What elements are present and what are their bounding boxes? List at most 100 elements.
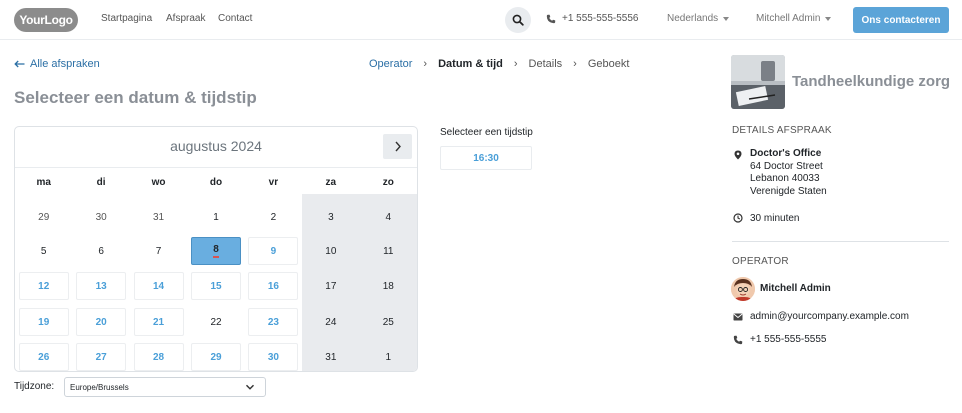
calendar-day-available[interactable]: 19 [18,308,69,336]
chevron-down-icon [825,16,832,21]
calendar-day-number: 21 [153,316,165,328]
calendar-day-number: 7 [155,245,162,257]
phone-icon [546,14,556,23]
contact-us-button[interactable]: Ons contacteren [853,7,949,33]
calendar-day-number: 1 [213,211,219,223]
breadcrumb-step-booked: Geboekt [587,58,630,70]
calendar-day-available[interactable]: 26 [18,343,69,371]
calendar-header: augustus 2024 [15,127,417,167]
calendar-month-title: augustus 2024 [170,138,262,154]
calendar-day: 11 [363,237,413,265]
calendar-day: 31 [134,203,184,231]
calendar-day-number: 20 [95,316,107,328]
calendar-day-number: 9 [270,245,277,257]
calendar-day-number: 28 [153,351,165,363]
calendar-day-available[interactable]: 30 [248,343,299,371]
calendar-day-available[interactable]: 23 [248,308,299,336]
timezone-value: Europe/Brussels [70,382,129,392]
chevron-right-icon: › [573,58,577,70]
nav-link-appointment[interactable]: Afspraak [166,13,205,24]
calendar-day: 1 [191,203,241,231]
calendar-day-number: 1 [385,351,392,363]
clock-icon [733,213,743,223]
calendar-day: 7 [134,237,184,265]
chevron-right-icon: › [423,58,428,70]
operator-heading: OPERATOR [732,256,789,267]
calendar-day-available[interactable]: 14 [133,272,184,300]
calendar-day-number: 17 [325,280,337,292]
timezone-select[interactable]: Europe/Brussels [64,377,266,397]
calendar-day-available[interactable]: 27 [76,343,127,371]
next-month-button[interactable] [383,134,412,159]
calendar-day: 22 [191,308,241,336]
back-to-appointments-link[interactable]: Alle afspraken [14,58,100,70]
avatar [731,277,755,301]
search-icon [512,14,524,26]
header-phone[interactable]: +1 555-555-5556 [546,13,638,24]
calendar-day-available[interactable]: 21 [133,308,184,336]
calendar-day: 5 [19,237,69,265]
calendar-day: 18 [363,272,413,300]
calendar-day-available[interactable]: 12 [18,272,69,300]
calendar-day-number: 30 [95,211,107,223]
weekday-header: do [209,177,223,188]
weekday-header: ma [36,177,51,188]
weekday-header: wo [151,177,166,188]
timezone-label: Tijdzone: [14,381,55,392]
calendar-day-number: 23 [267,316,279,328]
calendar-day-number: 11 [383,245,394,257]
calendar-day-number: 5 [40,245,47,257]
calendar-day-number: 24 [325,316,337,328]
calendar-day-available[interactable]: 28 [133,343,184,371]
calendar-day-available[interactable]: 16 [248,272,299,300]
envelope-icon [733,313,743,321]
calendar-day-available[interactable]: 13 [76,272,127,300]
breadcrumb: Operator › Datum & tijd › Details › Gebo… [369,58,629,70]
weekday-header: zo [382,177,394,188]
breadcrumb-step-details: Details [528,58,563,70]
calendar-day: 31 [306,343,356,371]
weekday-header: di [96,177,106,188]
logo[interactable]: YourLogo [14,8,78,32]
divider [732,241,949,242]
calendar-day-available[interactable]: 20 [76,308,127,336]
calendar-day: 1 [363,343,413,371]
calendar-day: 25 [363,308,413,336]
calendar-day-number: 12 [38,280,50,292]
calendar-day-available[interactable]: 29 [191,343,241,371]
user-name: Mitchell Admin [756,13,821,24]
chevron-right-icon: › [513,58,518,70]
language-dropdown[interactable]: Nederlands [667,13,730,24]
calendar-day-number: 15 [210,280,222,292]
top-navbar: YourLogo Startpagina Afspraak Contact +1… [0,0,962,40]
timeslot-button[interactable]: 16:30 [440,146,532,170]
calendar-day: 6 [76,237,126,265]
calendar-day-available[interactable]: 15 [191,272,241,300]
calendar-day: 29 [19,203,69,231]
calendar-day-number: 27 [95,351,107,363]
user-menu[interactable]: Mitchell Admin [756,13,832,24]
nav-link-contact[interactable]: Contact [218,13,252,24]
calendar-day-number: 18 [382,280,394,292]
nav-link-home[interactable]: Startpagina [101,13,152,24]
calendar-day-number: 6 [98,245,104,257]
calendar-day-available[interactable]: 9 [248,237,299,265]
timeslot-title: Selecteer een tijdstip [440,127,533,138]
address-line: Lebanon 40033 [750,173,820,184]
operator-email[interactable]: admin@yourcompany.example.com [750,311,909,322]
calendar-day-selected[interactable]: 8 [191,237,241,265]
calendar-day-number: 29 [38,211,50,223]
operator-name: Mitchell Admin [760,283,831,294]
breadcrumb-step-operator[interactable]: Operator [369,58,412,70]
calendar-day-number: 13 [95,280,107,292]
language-label: Nederlands [667,13,719,24]
operator-phone[interactable]: +1 555-555-5555 [750,334,826,345]
search-button[interactable] [505,7,531,33]
calendar-day: 4 [363,203,413,231]
calendar-day-number: 16 [267,280,279,292]
calendar-day: 17 [306,272,356,300]
calendar-day: 3 [306,203,356,231]
calendar-day-number: 25 [382,316,394,328]
back-link-label: Alle afspraken [30,58,100,70]
page-title: Selecteer een datum & tijdstip [14,88,257,107]
